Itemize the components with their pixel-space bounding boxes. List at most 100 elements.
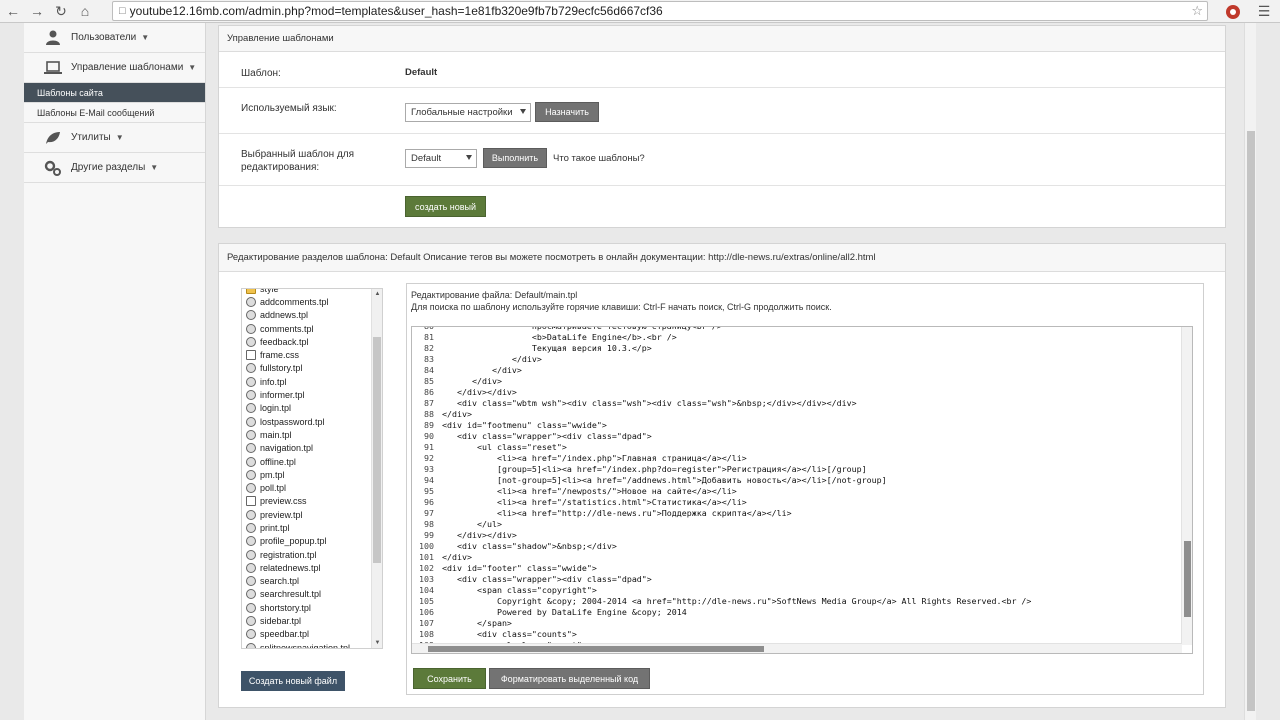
code-line: 97 <li><a href="http://dle-news.ru">Подд… <box>412 508 1182 519</box>
scroll-thumb[interactable] <box>1184 541 1191 617</box>
sidebar-item-templates[interactable]: Управление шаблонами ▼ <box>24 53 205 83</box>
file-item[interactable]: preview.css <box>242 495 372 508</box>
line-number: 89 <box>424 420 434 430</box>
extension-icon[interactable] <box>1226 4 1240 19</box>
file-item[interactable]: registration.tpl <box>242 548 372 561</box>
sidebar-item-users[interactable]: Пользователи ▼ <box>24 23 205 53</box>
scroll-thumb[interactable] <box>428 646 764 652</box>
code-vertical-scrollbar[interactable] <box>1181 327 1192 645</box>
file-item[interactable]: shortstory.tpl <box>242 601 372 614</box>
file-item[interactable]: feedback.tpl <box>242 335 372 348</box>
line-number: 81 <box>424 332 434 342</box>
file-item[interactable]: splitnewsnavigation.tpl <box>242 641 372 648</box>
file-item[interactable]: relatednews.tpl <box>242 561 372 574</box>
file-item[interactable]: lostpassword.tpl <box>242 415 372 428</box>
file-item[interactable]: search.tpl <box>242 575 372 588</box>
file-item[interactable]: login.tpl <box>242 402 372 415</box>
code-line: 100 <div class="shadow">&nbsp;</div> <box>412 541 1182 552</box>
file-item[interactable]: style <box>242 288 372 295</box>
sidebar-subitem-email-templates[interactable]: Шаблоны E-Mail сообщений <box>24 103 205 123</box>
template-row: Шаблон: Default <box>219 52 1225 88</box>
edit-template-select[interactable]: Default <box>405 149 477 168</box>
file-name: relatednews.tpl <box>260 562 321 573</box>
caret-down-icon: ▼ <box>115 133 124 142</box>
code-horizontal-scrollbar[interactable] <box>412 643 1182 653</box>
code-line: 95 <li><a href="/newposts/">Новое на сай… <box>412 486 1182 497</box>
line-number: 86 <box>424 387 434 397</box>
file-list-scrollbar[interactable]: ▲ ▼ <box>371 289 382 648</box>
file-name: style <box>260 288 279 294</box>
line-text: <div class="shadow">&nbsp;</div> <box>442 541 617 551</box>
file-item[interactable]: fullstory.tpl <box>242 362 372 375</box>
file-name: poll.tpl <box>260 483 287 494</box>
sidebar-subitem-site-templates[interactable]: Шаблоны сайта <box>24 83 205 103</box>
line-number: 84 <box>424 365 434 375</box>
file-item[interactable]: print.tpl <box>242 521 372 534</box>
tpl-file-icon <box>246 602 256 613</box>
scroll-up-icon[interactable]: ▲ <box>372 289 382 299</box>
file-name: addcomments.tpl <box>260 296 329 307</box>
file-item[interactable]: pm.tpl <box>242 468 372 481</box>
assign-button[interactable]: Назначить <box>535 102 599 122</box>
line-text: <li><a href="/statistics.html">Статистик… <box>442 497 747 507</box>
back-arrow-icon[interactable]: ← <box>2 0 24 22</box>
execute-button[interactable]: Выполнить <box>483 148 547 168</box>
scroll-thumb[interactable] <box>373 337 381 563</box>
code-line: 98 </ul> <box>412 519 1182 530</box>
file-item[interactable]: preview.tpl <box>242 508 372 521</box>
line-text: </div> <box>442 552 472 562</box>
user-icon <box>44 30 62 46</box>
line-number: 104 <box>419 585 434 595</box>
code-line: 84 </div> <box>412 365 1182 376</box>
laptop-icon <box>44 60 62 76</box>
panel-title: Управление шаблонами <box>219 26 1225 52</box>
sidebar-item-utilities[interactable]: Утилиты ▼ <box>24 123 205 153</box>
file-item[interactable]: main.tpl <box>242 428 372 441</box>
file-name: addnews.tpl <box>260 310 309 321</box>
file-name: preview.css <box>260 496 307 507</box>
file-item[interactable]: searchresult.tpl <box>242 588 372 601</box>
scroll-thumb[interactable] <box>1247 131 1255 711</box>
save-button[interactable]: Сохранить <box>413 668 486 689</box>
address-bar[interactable]: □ youtube12.16mb.com/admin.php?mod=templ… <box>112 1 1208 21</box>
file-item[interactable]: addcomments.tpl <box>242 295 372 308</box>
browser-menu-icon[interactable]: ☰ <box>1254 3 1274 20</box>
scroll-down-icon[interactable]: ▼ <box>372 638 382 648</box>
what-are-templates-link[interactable]: Что такое шаблоны? <box>553 153 645 164</box>
code-line: 85 </div> <box>412 376 1182 387</box>
tpl-file-icon <box>246 549 256 560</box>
caret-down-icon: ▼ <box>188 63 197 72</box>
file-item[interactable]: info.tpl <box>242 375 372 388</box>
file-name: preview.tpl <box>260 509 303 520</box>
format-code-button[interactable]: Форматировать выделенный код <box>489 668 650 689</box>
line-text: <b>DataLife Engine</b>.<br /> <box>442 332 677 342</box>
file-item[interactable]: offline.tpl <box>242 455 372 468</box>
create-new-button[interactable]: создать новый <box>405 196 486 217</box>
tpl-file-icon <box>246 443 256 454</box>
sidebar-item-other[interactable]: Другие разделы ▼ <box>24 153 205 183</box>
home-icon[interactable]: ⌂ <box>74 0 96 22</box>
reload-icon[interactable]: ↻ <box>50 0 72 22</box>
file-item[interactable]: frame.css <box>242 348 372 361</box>
file-item[interactable]: comments.tpl <box>242 322 372 335</box>
file-item[interactable]: profile_popup.tpl <box>242 535 372 548</box>
file-item[interactable]: speedbar.tpl <box>242 628 372 641</box>
forward-arrow-icon[interactable]: → <box>26 0 48 22</box>
file-item[interactable]: navigation.tpl <box>242 442 372 455</box>
tpl-file-icon <box>246 390 256 401</box>
page-scrollbar[interactable] <box>1244 23 1256 720</box>
tpl-file-icon <box>246 416 256 427</box>
language-select[interactable]: Глобальные настройки <box>405 103 531 122</box>
file-name: offline.tpl <box>260 456 296 467</box>
file-item[interactable]: addnews.tpl <box>242 309 372 322</box>
tpl-file-icon <box>246 403 256 414</box>
code-editor[interactable]: 80 просматриваете тестовую страницу<br /… <box>411 326 1193 654</box>
file-item[interactable]: informer.tpl <box>242 388 372 401</box>
file-item[interactable]: poll.tpl <box>242 481 372 494</box>
line-text: <span class="copyright"> <box>442 585 597 595</box>
bookmark-star-icon[interactable]: ☆ <box>1191 3 1203 19</box>
file-item[interactable]: sidebar.tpl <box>242 614 372 627</box>
editor-file-label: Редактирование файла: Default/main.tpl <box>411 290 578 300</box>
create-new-file-button[interactable]: Создать новый файл <box>241 671 345 691</box>
code-line: 104 <span class="copyright"> <box>412 585 1182 596</box>
